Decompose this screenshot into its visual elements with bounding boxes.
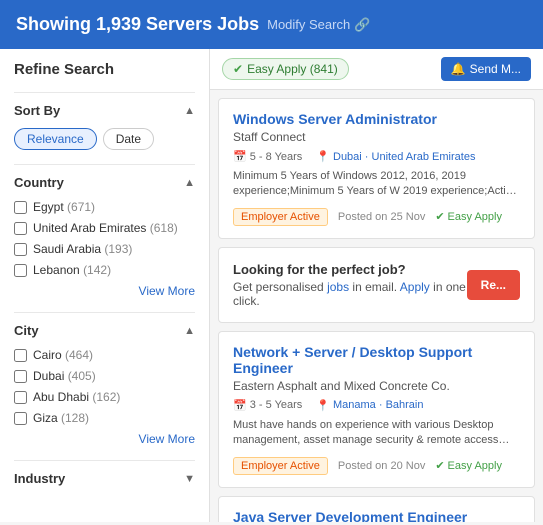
personalised-card: Looking for the perfect job? Get persona… bbox=[218, 247, 535, 323]
employer-active-badge: Employer Active bbox=[233, 457, 328, 475]
briefcase-icon: 📅 bbox=[233, 150, 247, 163]
city-checkbox[interactable] bbox=[14, 349, 27, 362]
personalised-text: Looking for the perfect job? Get persona… bbox=[233, 262, 467, 308]
industry-header[interactable]: Industry ▼ bbox=[14, 471, 195, 486]
country-view-more[interactable]: View More bbox=[14, 284, 195, 298]
personalised-description: Get personalised jobs in email. Apply in… bbox=[233, 280, 467, 308]
country-section: Country ▲ Egypt (671) United Arab Emirate… bbox=[14, 164, 195, 298]
modify-search-label: Modify Search bbox=[267, 17, 350, 32]
page-title: Showing 1,939 Servers Jobs bbox=[16, 14, 259, 35]
country-checkbox[interactable] bbox=[14, 222, 27, 235]
filter-bar: ✔ Easy Apply (841) 🔔 Send M... bbox=[210, 49, 543, 90]
job-card: Java Server Development Engineer BAYANAT… bbox=[218, 496, 535, 522]
city-list: Cairo (464) Dubai (405) Abu Dhabi (162) Giz… bbox=[14, 348, 195, 425]
location-icon: 📍 bbox=[316, 150, 330, 163]
link-icon: 🔗 bbox=[354, 17, 370, 33]
check-icon: ✔ bbox=[233, 62, 243, 76]
sort-buttons: Relevance Date bbox=[14, 128, 195, 150]
modify-search-link[interactable]: Modify Search 🔗 bbox=[267, 17, 370, 33]
country-checkbox[interactable] bbox=[14, 201, 27, 214]
briefcase-icon: 📅 bbox=[233, 399, 247, 412]
job-description: Minimum 5 Years of Windows 2012, 2016, 2… bbox=[233, 169, 520, 200]
country-checkbox-item[interactable]: Lebanon (142) bbox=[14, 263, 195, 277]
city-section: City ▲ Cairo (464) Dubai (405) Abu Dhabi (… bbox=[14, 312, 195, 446]
city-checkbox-item[interactable]: Giza (128) bbox=[14, 411, 195, 425]
city-checkbox[interactable] bbox=[14, 370, 27, 383]
experience-meta: 📅 5 - 8 Years bbox=[233, 150, 302, 163]
experience-meta: 📅 3 - 5 Years bbox=[233, 399, 302, 412]
sort-relevance-btn[interactable]: Relevance bbox=[14, 128, 97, 150]
job-footer: Employer Active Posted on 25 Nov ✔ Easy … bbox=[233, 208, 520, 226]
city-checkbox-item[interactable]: Dubai (405) bbox=[14, 369, 195, 383]
main-layout: Refine Search Sort By ▲ Relevance Date C… bbox=[0, 49, 543, 522]
city-checkbox-item[interactable]: Abu Dhabi (162) bbox=[14, 390, 195, 404]
easy-apply-tag[interactable]: ✔ Easy Apply bbox=[435, 459, 502, 472]
industry-section: Industry ▼ bbox=[14, 460, 195, 486]
location-meta: 📍 Dubai · United Arab Emirates bbox=[316, 150, 475, 163]
city-label: City bbox=[14, 323, 39, 338]
job-title[interactable]: Network + Server / Desktop Support Engin… bbox=[233, 344, 520, 376]
job-title[interactable]: Windows Server Administrator bbox=[233, 111, 520, 127]
jobs-link[interactable]: jobs bbox=[327, 280, 349, 294]
register-btn[interactable]: Re... bbox=[467, 270, 520, 300]
industry-label: Industry bbox=[14, 471, 65, 486]
check-small-icon: ✔ bbox=[435, 210, 444, 223]
city-checkbox-item[interactable]: Cairo (464) bbox=[14, 348, 195, 362]
sort-by-section: Sort By ▲ Relevance Date bbox=[14, 92, 195, 150]
job-card: Windows Server Administrator Staff Conne… bbox=[218, 98, 535, 239]
city-header[interactable]: City ▲ bbox=[14, 323, 195, 338]
send-me-alert-btn[interactable]: 🔔 Send M... bbox=[441, 57, 531, 81]
sidebar: Refine Search Sort By ▲ Relevance Date C… bbox=[0, 49, 210, 522]
country-checkbox-item[interactable]: United Arab Emirates (618) bbox=[14, 221, 195, 235]
city-checkbox[interactable] bbox=[14, 391, 27, 404]
refine-search-title: Refine Search bbox=[14, 61, 195, 78]
easy-apply-filter[interactable]: ✔ Easy Apply (841) bbox=[222, 58, 349, 80]
country-list: Egypt (671) United Arab Emirates (618) Sau… bbox=[14, 200, 195, 277]
country-checkbox[interactable] bbox=[14, 243, 27, 256]
company-name: Staff Connect bbox=[233, 130, 520, 144]
job-results: ✔ Easy Apply (841) 🔔 Send M... Windows S… bbox=[210, 49, 543, 522]
city-checkbox[interactable] bbox=[14, 412, 27, 425]
city-view-more[interactable]: View More bbox=[14, 432, 195, 446]
location-icon: 📍 bbox=[316, 399, 330, 412]
sort-by-header[interactable]: Sort By ▲ bbox=[14, 103, 195, 118]
employer-active-badge: Employer Active bbox=[233, 208, 328, 226]
page-header: Showing 1,939 Servers Jobs Modify Search… bbox=[0, 0, 543, 49]
job-description: Must have hands on experience with vario… bbox=[233, 418, 520, 449]
job-meta: 📅 3 - 5 Years 📍 Manama · Bahrain bbox=[233, 399, 520, 412]
easy-apply-tag[interactable]: ✔ Easy Apply bbox=[435, 210, 502, 223]
easy-apply-filter-label: Easy Apply (841) bbox=[247, 62, 338, 76]
bell-icon: 🔔 bbox=[451, 62, 466, 76]
country-checkbox-item[interactable]: Egypt (671) bbox=[14, 200, 195, 214]
job-meta: 📅 5 - 8 Years 📍 Dubai · United Arab Emir… bbox=[233, 150, 520, 163]
country-checkbox-item[interactable]: Saudi Arabia (193) bbox=[14, 242, 195, 256]
posted-date: Posted on 20 Nov bbox=[338, 460, 425, 472]
personalised-title: Looking for the perfect job? bbox=[233, 262, 467, 277]
job-card: Network + Server / Desktop Support Engin… bbox=[218, 331, 535, 488]
company-name: Eastern Asphalt and Mixed Concrete Co. bbox=[233, 379, 520, 393]
city-chevron: ▲ bbox=[184, 325, 195, 337]
country-header[interactable]: Country ▲ bbox=[14, 175, 195, 190]
industry-chevron: ▼ bbox=[184, 473, 195, 485]
job-title[interactable]: Java Server Development Engineer bbox=[233, 509, 520, 522]
sort-date-btn[interactable]: Date bbox=[103, 128, 154, 150]
apply-link[interactable]: Apply bbox=[400, 280, 430, 294]
country-label: Country bbox=[14, 175, 64, 190]
sort-by-label: Sort By bbox=[14, 103, 60, 118]
posted-date: Posted on 25 Nov bbox=[338, 211, 425, 223]
location-meta: 📍 Manama · Bahrain bbox=[316, 399, 423, 412]
country-checkbox[interactable] bbox=[14, 264, 27, 277]
sort-by-chevron: ▲ bbox=[184, 105, 195, 117]
job-footer: Employer Active Posted on 20 Nov ✔ Easy … bbox=[233, 457, 520, 475]
check-small-icon: ✔ bbox=[435, 459, 444, 472]
country-chevron: ▲ bbox=[184, 177, 195, 189]
